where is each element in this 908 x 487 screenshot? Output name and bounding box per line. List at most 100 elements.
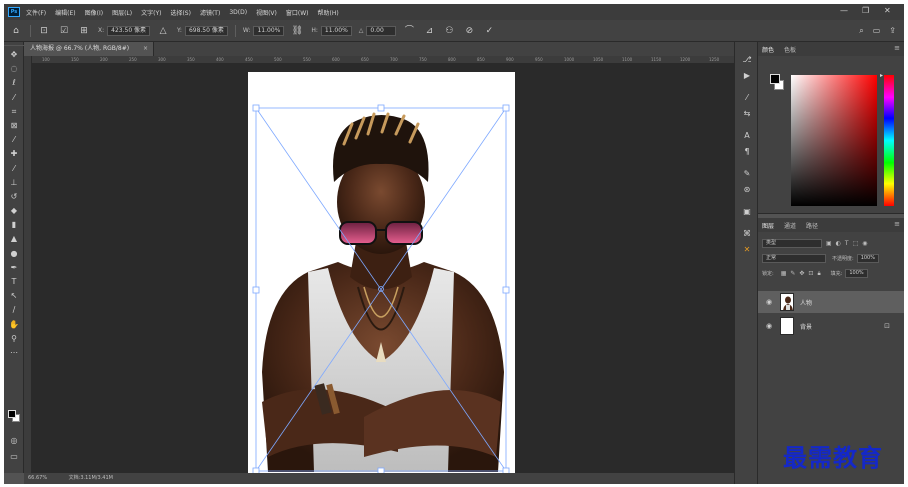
foreground-color-swatch[interactable] [8, 410, 16, 418]
path-select-tool-icon[interactable]: ↖ [4, 289, 24, 303]
layer-row[interactable]: ◉ 背景 ⊡ [758, 315, 904, 337]
lock-transparent-icon[interactable]: ▦ [781, 270, 787, 277]
zoom-level[interactable]: 66.67% [28, 475, 47, 481]
color-picker-field[interactable] [791, 75, 877, 206]
filter-pixel-icon[interactable]: ▣ [826, 240, 832, 247]
quick-mask-icon[interactable]: ◎ [4, 434, 24, 448]
move-tool-preset-icon[interactable]: ⊡ [38, 25, 50, 37]
menu-3d[interactable]: 3D(D) [229, 9, 247, 16]
quick-select-tool-icon[interactable]: ⁄ [4, 91, 24, 105]
clone-source-icon[interactable]: ⊛ [735, 182, 759, 198]
filter-shape-icon[interactable]: ⬚ [853, 240, 859, 247]
y-input[interactable]: 698.50 像素 [184, 25, 228, 36]
layer-name[interactable]: 背景 [800, 322, 812, 331]
lasso-tool-icon[interactable]: ℓ [4, 76, 24, 90]
menu-help[interactable]: 帮助(H) [318, 8, 339, 17]
menu-select[interactable]: 选择(S) [170, 8, 191, 17]
color-panel-foreground-swatch[interactable] [770, 74, 780, 84]
layer-name[interactable]: 人物 [800, 298, 812, 307]
w-input[interactable]: 11.00% [253, 25, 285, 36]
eyedropper-tool-icon[interactable]: ⁄ [4, 133, 24, 147]
angle-input[interactable]: 0.00 [366, 25, 397, 36]
layers-panel-menu-icon[interactable]: ≡ [894, 220, 900, 228]
color-panel-menu-icon[interactable]: ≡ [894, 44, 900, 52]
lock-pixels-icon[interactable]: ✎ [790, 270, 795, 277]
document-info[interactable]: 文档:3.11M/3.41M [69, 475, 113, 481]
cancel-transform-icon[interactable]: ⊘ [463, 25, 475, 37]
document-tab[interactable]: 人物海报 @ 66.7% (人物, RGB/8#) × [24, 42, 154, 56]
crop-tool-icon[interactable]: ⌗ [4, 105, 24, 119]
tab-channels[interactable]: 通道 [784, 221, 796, 230]
zoom-tool-icon[interactable]: ⚲ [4, 332, 24, 346]
tab-layers[interactable]: 图层 [762, 221, 774, 230]
canvas-area[interactable] [32, 64, 734, 473]
dodge-tool-icon[interactable]: ● [4, 247, 24, 261]
commit-transform-icon[interactable]: ✓ [483, 25, 495, 37]
h-input[interactable]: 11.00% [320, 25, 352, 36]
layer-row[interactable]: ◉ 人物 [758, 291, 904, 313]
marquee-tool-icon[interactable]: ◌ [4, 62, 24, 76]
hue-slider-handle-icon[interactable]: ▸ [880, 72, 883, 79]
adjust-icon[interactable]: ⇆ [735, 106, 759, 122]
puppet-warp-icon[interactable]: ⚇ [443, 25, 455, 37]
eraser-tool-icon[interactable]: ◆ [4, 204, 24, 218]
fill-input[interactable]: 100% [845, 269, 868, 278]
tab-paths[interactable]: 路径 [806, 221, 818, 230]
brushes-icon[interactable]: ✎ [735, 166, 759, 182]
pen-tool-icon[interactable]: ✒ [4, 261, 24, 275]
opacity-input[interactable]: 100% [856, 254, 879, 263]
tab-swatches[interactable]: 色板 [784, 45, 796, 54]
history-brush-tool-icon[interactable]: ↺ [4, 190, 24, 204]
menu-type[interactable]: 文字(Y) [141, 8, 161, 17]
actions-play-icon[interactable]: ▶ [735, 68, 759, 84]
layer-filter-select[interactable]: 类型 [762, 239, 822, 248]
workspace-icon[interactable]: ▭ [873, 26, 881, 36]
menu-layer[interactable]: 图层(L) [112, 8, 132, 17]
home-icon[interactable]: ⌂ [10, 25, 22, 37]
visibility-eye-icon[interactable]: ◉ [762, 298, 776, 306]
rectangle-tool-icon[interactable]: ∕ [4, 303, 24, 317]
share-icon[interactable]: ⇪ [889, 26, 896, 36]
link-icon[interactable]: ⛓ [291, 25, 303, 37]
paragraph-icon[interactable]: ¶ [735, 144, 759, 160]
menu-image[interactable]: 图像(I) [85, 8, 103, 17]
checkbox-icon[interactable]: ☑ [58, 25, 70, 37]
reference-point-icon[interactable]: ⊞ [78, 25, 90, 37]
menu-window[interactable]: 窗口(W) [286, 8, 309, 17]
lock-artboard-icon[interactable]: ⊡ [808, 270, 813, 277]
libraries-icon[interactable]: ⌘ [735, 226, 759, 242]
blend-mode-select[interactable]: 正常 [762, 254, 826, 263]
hue-slider[interactable] [884, 75, 894, 206]
triangle-icon[interactable]: △ [157, 25, 169, 37]
restore-button[interactable]: ❐ [862, 6, 869, 15]
brush-settings-icon[interactable]: ⁄ [735, 90, 759, 106]
frame-tool-icon[interactable]: ⊠ [4, 119, 24, 133]
menu-file[interactable]: 文件(F) [26, 8, 46, 17]
menu-edit[interactable]: 编辑(E) [55, 8, 75, 17]
tab-color[interactable]: 颜色 [762, 45, 774, 54]
screen-mode-icon[interactable]: ▭ [4, 450, 24, 464]
menu-filter[interactable]: 滤镜(T) [200, 8, 220, 17]
brush-tool-icon[interactable]: ⁄ [4, 162, 24, 176]
lock-position-icon[interactable]: ✥ [799, 270, 804, 277]
gradient-tool-icon[interactable]: ▮ [4, 218, 24, 232]
filter-smart-icon[interactable]: ◉ [862, 240, 867, 247]
properties-icon[interactable]: ▣ [735, 204, 759, 220]
clone-stamp-tool-icon[interactable]: ⊥ [4, 176, 24, 190]
close-button[interactable]: ✕ [884, 6, 891, 15]
warp-icon[interactable]: ⊿ [423, 25, 435, 37]
interpolation-icon[interactable]: ⌒ [403, 25, 415, 37]
search-icon[interactable]: ⌕ [859, 26, 863, 36]
filter-type-icon[interactable]: T [845, 240, 849, 247]
minimize-button[interactable]: — [840, 6, 848, 15]
type-tool-icon[interactable]: T [4, 275, 24, 289]
visibility-eye-icon[interactable]: ◉ [762, 322, 776, 330]
tool-presets-icon[interactable]: ✕ [735, 242, 759, 258]
healing-brush-tool-icon[interactable]: ✚ [4, 147, 24, 161]
tab-close-icon[interactable]: × [143, 42, 148, 56]
more-tools-icon[interactable]: ⋯ [4, 346, 24, 360]
document-canvas[interactable] [248, 72, 515, 473]
x-input[interactable]: 423.50 像素 [107, 25, 151, 36]
blur-tool-icon[interactable]: ▲ [4, 232, 24, 246]
menu-view[interactable]: 视图(V) [256, 8, 277, 17]
